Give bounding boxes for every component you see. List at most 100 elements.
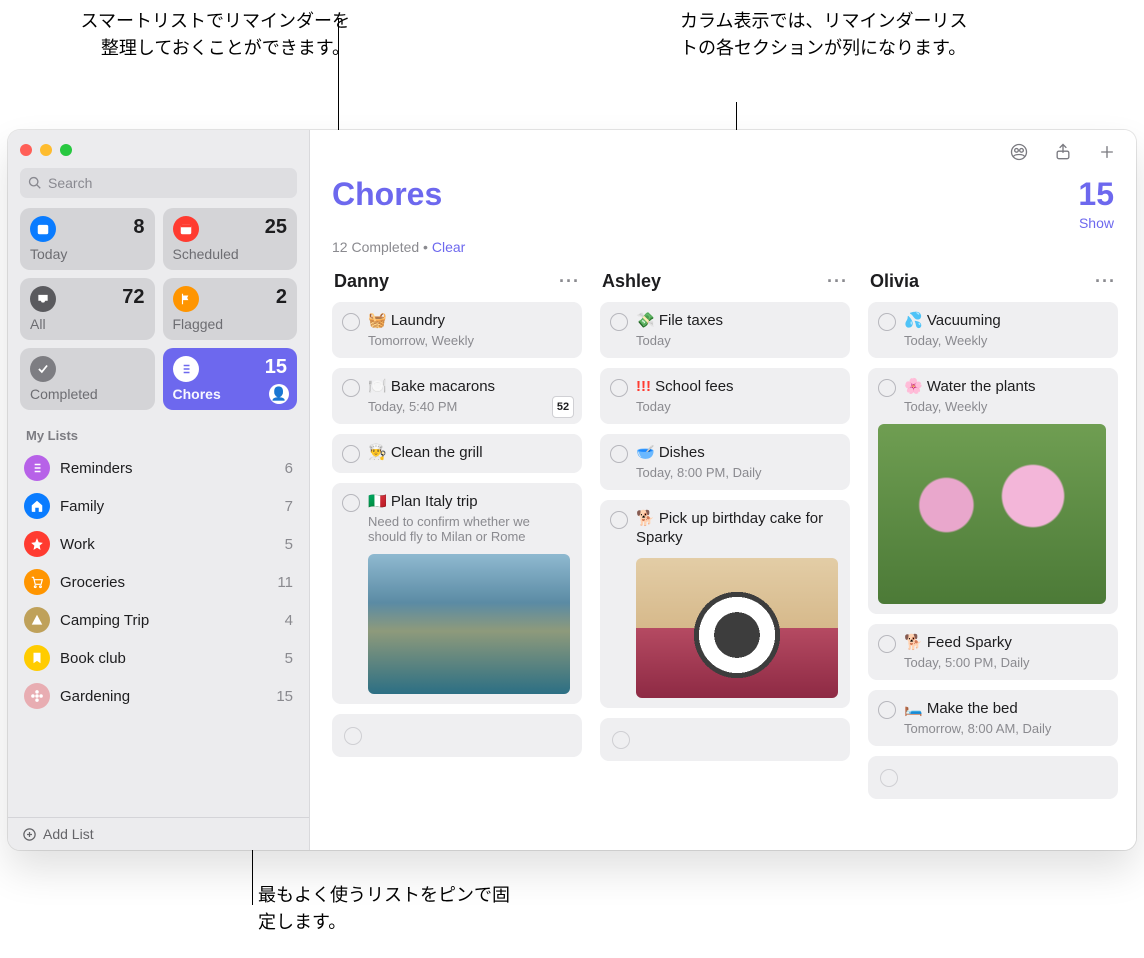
reminder-title: 🍽️ Bake macarons: [368, 378, 495, 397]
complete-radio[interactable]: [610, 379, 628, 397]
calendar-icon: [30, 216, 56, 242]
reminder-card[interactable]: 🛏️ Make the bedTomorrow, 8:00 AM, Daily: [868, 690, 1118, 746]
completed-summary: 12 Completed • Clear: [310, 239, 1136, 263]
complete-radio[interactable]: [878, 313, 896, 331]
complete-radio[interactable]: [342, 313, 360, 331]
smart-chores[interactable]: 15 Chores 👤: [163, 348, 298, 410]
column-more-button[interactable]: ···: [559, 271, 580, 292]
reminder-title: 🛏️ Make the bed: [904, 700, 1018, 719]
smart-completed[interactable]: Completed: [20, 348, 155, 410]
reminder-card[interactable]: 🌸 Water the plants Today, Weekly: [868, 368, 1118, 614]
complete-radio[interactable]: [342, 494, 360, 512]
reminder-meta: Today, 8:00 PM, Daily: [636, 465, 838, 480]
callout-pin: 最もよく使うリストをピンで固定します。: [258, 882, 518, 936]
list-name: Gardening: [60, 688, 130, 705]
list-name: Book club: [60, 650, 126, 667]
reminder-title: 💦 Vacuuming: [904, 312, 1001, 331]
list-icon: [24, 607, 50, 633]
reminder-meta: Today, 5:00 PM, Daily: [904, 655, 1106, 670]
complete-radio[interactable]: [878, 635, 896, 653]
smart-flagged[interactable]: 2 Flagged: [163, 278, 298, 340]
toolbar: [310, 130, 1136, 174]
list-row-groceries[interactable]: Groceries 11: [8, 563, 309, 601]
list-icon: [173, 356, 199, 382]
reminder-title: 🇮🇹 Plan Italy trip: [368, 493, 478, 512]
add-button[interactable]: [1096, 141, 1118, 163]
smart-lists: 8 Today 25 Scheduled 72 All 2 Flagged: [8, 208, 309, 410]
new-reminder-placeholder[interactable]: [600, 718, 850, 761]
complete-radio[interactable]: [878, 379, 896, 397]
column-more-button[interactable]: ···: [1095, 271, 1116, 292]
list-count: 15: [1078, 176, 1114, 213]
clear-completed-link[interactable]: Clear: [432, 239, 465, 255]
complete-radio[interactable]: [612, 731, 630, 749]
reminder-card[interactable]: 👨‍🍳 Clean the grill: [332, 434, 582, 473]
column-danny: Danny ··· 🧺 Laundry Tomorrow, Weekly 🍽️ Bake…: [332, 269, 582, 850]
reminder-card[interactable]: 🧺 Laundry Tomorrow, Weekly: [332, 302, 582, 358]
list-row-reminders[interactable]: Reminders 6: [8, 449, 309, 487]
list-row-family[interactable]: Family 7: [8, 487, 309, 525]
search-input[interactable]: Search: [20, 168, 297, 198]
reminder-image: [878, 424, 1106, 604]
close-button[interactable]: [20, 144, 32, 156]
callout-smartlist: スマートリストでリマインダーを整理しておくことができます。: [70, 8, 350, 62]
reminder-meta: Tomorrow, Weekly: [368, 333, 570, 348]
reminder-note: Need to confirm whether we should fly to…: [368, 514, 570, 544]
list-row-gardening[interactable]: Gardening 15: [8, 677, 309, 715]
share-people-button[interactable]: [1008, 141, 1030, 163]
complete-radio[interactable]: [610, 511, 628, 529]
complete-radio[interactable]: [610, 313, 628, 331]
mylists: Reminders 6 Family 7 Work 5 Groceries 11…: [8, 449, 309, 817]
minimize-button[interactable]: [40, 144, 52, 156]
new-reminder-placeholder[interactable]: [868, 756, 1118, 799]
reminder-title: 🧺 Laundry: [368, 312, 445, 331]
flag-icon: [173, 286, 199, 312]
list-icon: [24, 493, 50, 519]
reminder-card[interactable]: 🥣 Dishes Today, 8:00 PM, Daily: [600, 434, 850, 490]
main-content: Chores 15 Show 12 Completed • Clear Dann…: [310, 130, 1136, 850]
smart-all[interactable]: 72 All: [20, 278, 155, 340]
new-reminder-placeholder[interactable]: [332, 714, 582, 757]
reminder-title: 🥣 Dishes: [636, 444, 705, 463]
share-button[interactable]: [1052, 141, 1074, 163]
column-more-button[interactable]: ···: [827, 271, 848, 292]
shared-avatar: 👤: [269, 384, 289, 404]
reminder-title: 🌸 Water the plants: [904, 378, 1036, 397]
reminder-card[interactable]: 🍽️ Bake macarons Today, 5:40 PM52: [332, 368, 582, 424]
search-placeholder: Search: [48, 175, 92, 191]
reminder-card[interactable]: 🐕 Pick up birthday cake for Sparky: [600, 500, 850, 708]
complete-radio[interactable]: [878, 701, 896, 719]
complete-radio[interactable]: [342, 379, 360, 397]
reminder-card[interactable]: 💸 File taxesToday: [600, 302, 850, 358]
column-title: Olivia: [870, 271, 919, 292]
column-title: Danny: [334, 271, 389, 292]
smart-scheduled[interactable]: 25 Scheduled: [163, 208, 298, 270]
reminder-meta: Today: [636, 399, 838, 414]
mylists-header: My Lists: [8, 410, 309, 449]
list-row-book-club[interactable]: Book club 5: [8, 639, 309, 677]
complete-radio[interactable]: [880, 769, 898, 787]
calendar-grid-icon: [173, 216, 199, 242]
reminder-image: [636, 558, 838, 698]
reminder-title: 🐕 Feed Sparky: [904, 634, 1012, 653]
reminder-meta: Today, Weekly: [904, 399, 1106, 414]
reminder-image: [368, 554, 570, 694]
calendar-badge: 52: [552, 396, 574, 418]
show-completed-link[interactable]: Show: [1079, 215, 1114, 231]
reminder-card[interactable]: 🇮🇹 Plan Italy trip Need to confirm whethe…: [332, 483, 582, 704]
list-name: Work: [60, 536, 95, 553]
reminder-card[interactable]: 💦 VacuumingToday, Weekly: [868, 302, 1118, 358]
list-row-work[interactable]: Work 5: [8, 525, 309, 563]
smart-today[interactable]: 8 Today: [20, 208, 155, 270]
complete-radio[interactable]: [342, 445, 360, 463]
complete-radio[interactable]: [610, 445, 628, 463]
reminder-card[interactable]: !!! School feesToday: [600, 368, 850, 424]
list-icon: [24, 531, 50, 557]
reminder-card[interactable]: 🐕 Feed Sparky Today, 5:00 PM, Daily: [868, 624, 1118, 680]
list-row-camping-trip[interactable]: Camping Trip 4: [8, 601, 309, 639]
complete-radio[interactable]: [344, 727, 362, 745]
reminder-meta: Today, 5:40 PM: [368, 399, 570, 414]
zoom-button[interactable]: [60, 144, 72, 156]
list-count: 7: [285, 498, 293, 515]
add-list-button[interactable]: Add List: [8, 817, 309, 850]
